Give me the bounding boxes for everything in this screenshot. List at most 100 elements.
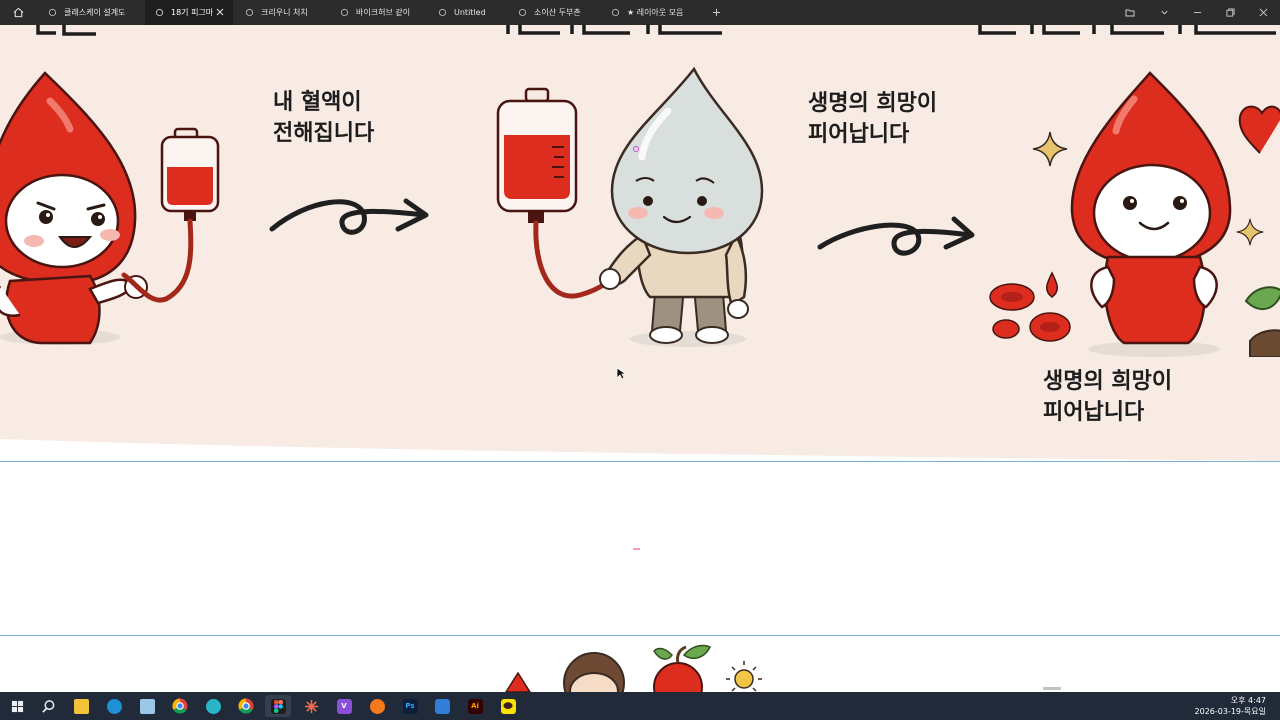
visual-studio-icon: V [336,698,352,714]
home-button[interactable] [0,0,36,25]
curly-arrow-icon [269,198,429,235]
scroll-indicator[interactable] [1043,687,1061,690]
taskbar-firefox[interactable] [364,695,390,717]
clipped-heading-center [506,25,722,35]
restore-button[interactable] [1213,0,1247,25]
figma-file-icon [48,8,57,17]
tab-figma-18[interactable]: 18기 피그마 [145,0,233,25]
figma-file-icon [245,8,254,17]
close-icon [1259,8,1267,17]
artboard-donation-flow[interactable]: 내 혈액이 전해집니다 생명의 희망이 피어납니다 생명의 희망이 피어납니다 [0,25,1280,465]
tab-label: 바이크허브 같이 [356,8,411,17]
clipped-heading-left [36,25,96,36]
taskbar-file-explorer[interactable] [68,695,94,717]
tab-3[interactable]: 크리우니 처치 [235,0,330,25]
clock-time: 오후 4:47 [1230,696,1266,705]
taskbar-visual-studio[interactable]: V [331,695,357,717]
step3-caption-line2: 피어납니다 [1043,400,1145,425]
start-button[interactable] [4,695,30,717]
plus-icon [712,8,721,17]
leaf-icon [1244,286,1280,357]
taskbar-chrome-profile[interactable] [233,695,259,717]
photoshop-icon: Ps [402,698,418,714]
red-drop-mascot-happy [1070,71,1232,357]
tab-layout-collection[interactable]: ★ 레이아웃 모음 [601,0,705,25]
step3-caption-line1: 생명의 희망이 [1043,369,1173,394]
system-clock[interactable]: 오후 4:47 2026-03-19-목요일 [1195,695,1266,717]
notepad-icon [139,698,155,714]
step1-caption-line1: 내 혈액이 [273,90,362,115]
taskbar-chrome[interactable] [167,695,193,717]
tab-4[interactable]: 바이크허브 같이 [330,0,428,25]
heart-icon [1238,105,1280,154]
taskbar-kakaotalk[interactable] [495,695,521,717]
tab-label: ★ 레이아웃 모음 [627,8,684,17]
tab-bar: 클래스케이 설계도 18기 피그마 크리우니 처치 바이크허브 같이 Untit… [0,0,1280,25]
figma-canvas[interactable]: 내 혈액이 전해집니다 생명의 희망이 피어납니다 생명의 희망이 피어납니다 [0,25,1280,692]
tab-label: 18기 피그마 [171,8,214,17]
restore-icon [1225,8,1235,17]
step1-caption-line2: 전해집니다 [273,121,375,146]
pale-drop-character [599,66,764,347]
chrome-profile-icon [238,698,254,714]
kakaotalk-icon [500,698,516,714]
taskbar-bird-app[interactable] [200,695,226,717]
taskbar-editor[interactable] [429,695,455,717]
tab-label: 클래스케이 설계도 [64,8,126,17]
bird-app-icon [205,698,221,714]
selection-handle [633,146,639,152]
step2-caption-line1: 생명의 희망이 [808,91,938,116]
frame-marker [633,548,640,550]
sparkle-icon [1236,218,1264,246]
file-explorer-icon [73,698,89,714]
step2-caption-line2: 피어납니다 [808,122,910,147]
tab-label: Untitled [454,8,486,17]
search-button[interactable] [35,695,61,717]
empty-frame[interactable] [0,461,1280,636]
tab-label: 소이산 두부촌 [534,8,581,17]
close-tab-icon[interactable] [215,7,225,17]
tab-class-design[interactable]: 클래스케이 설계도 [38,0,143,25]
editor-icon [434,698,450,714]
edge-icon [106,698,122,714]
taskbar-photoshop[interactable]: Ps [397,695,423,717]
taskbar-notepad[interactable] [134,695,160,717]
curly-arrow-icon [817,216,975,256]
tab-menu-button[interactable] [1147,0,1181,25]
minimize-icon [1193,12,1201,13]
home-icon [13,7,23,18]
taskbar-spark[interactable] [298,695,324,717]
windows-logo-icon [11,700,23,712]
chrome-icon [172,698,188,714]
search-icon [41,699,54,713]
blood-bag-icon [121,127,220,303]
tab-untitled[interactable]: Untitled [428,0,508,25]
step1-caption: 내 혈액이 전해집니다 [273,87,374,149]
chevron-down-icon [1160,10,1168,15]
figma-file-icon [340,8,349,17]
minimize-button[interactable] [1180,0,1214,25]
figma-file-icon [438,8,447,17]
taskbar-figma[interactable] [265,695,291,717]
folder-icon [1125,9,1135,17]
figma-file-icon [518,8,527,17]
step3-caption: 생명의 희망이 피어납니다 [1043,366,1172,428]
tab-label: 크리우니 처치 [261,8,308,17]
step2-caption: 생명의 희망이 피어납니다 [808,88,937,150]
figma-file-icon [155,8,164,17]
spark-icon [304,699,318,713]
windows-taskbar: V Ps Ai 오후 4:47 2026-03-19-목요일 [0,692,1280,720]
tab-6[interactable]: 소이산 두부촌 [508,0,603,25]
clipped-heading-right [978,25,1276,35]
new-tab-button[interactable] [705,0,729,25]
figma-file-icon [611,8,620,17]
artboard-wave-edge [0,439,1280,465]
figma-icon [270,698,286,714]
illustrator-icon: Ai [467,698,483,714]
tab-overview-button[interactable] [1113,0,1147,25]
taskbar-illustrator[interactable]: Ai [462,695,488,717]
taskbar-edge[interactable] [101,695,127,717]
clock-date: 2026-03-19-목요일 [1194,707,1266,716]
bottom-illustration-partial [505,644,762,692]
close-window-button[interactable] [1246,0,1280,25]
